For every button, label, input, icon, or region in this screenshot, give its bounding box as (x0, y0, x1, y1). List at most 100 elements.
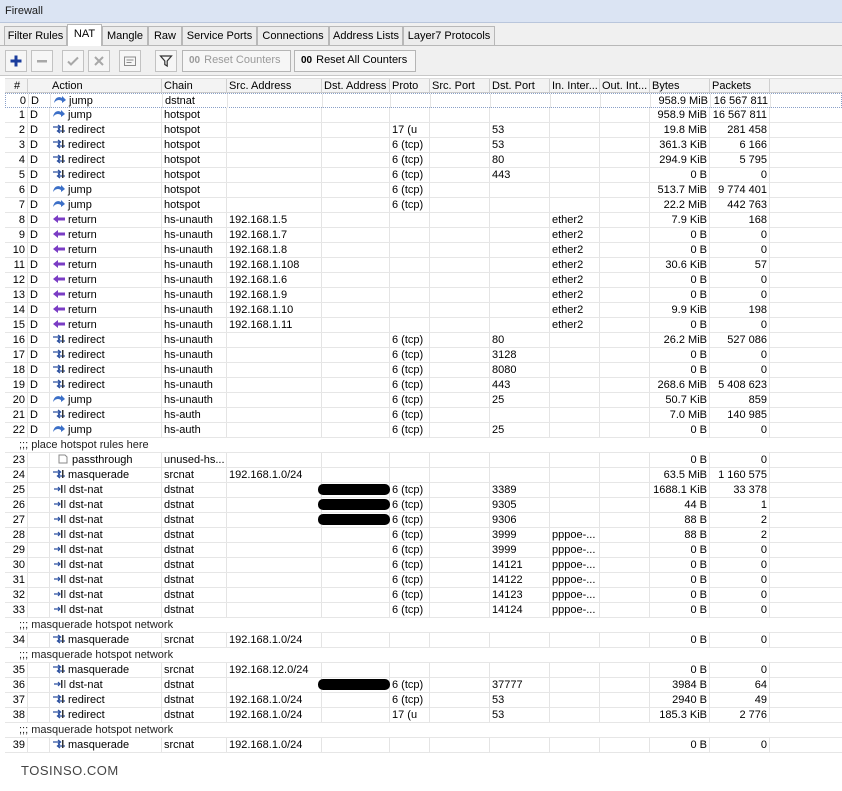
table-row[interactable]: 9 Dreturn hs-unauth 192.168.1.7 ether2 0 B0 (5, 228, 842, 243)
table-row[interactable]: 24 masquerade srcnat 192.168.1.0/24 63.5 MiB… (5, 468, 842, 483)
rule-dst-port: 8080 (490, 363, 550, 377)
tab-raw[interactable]: Raw (148, 26, 182, 45)
column-header-in-interface[interactable]: In. Inter... (550, 79, 600, 93)
table-row[interactable]: 19 Dredirect hs-unauth 6 (tcp) 443 268.6 MiB 5… (5, 378, 842, 393)
comment-row[interactable]: ;;; masquerade hotspot network (5, 618, 842, 633)
rule-protocol: 6 (tcp) (390, 393, 430, 407)
column-header-src-address[interactable]: Src. Address (227, 79, 322, 93)
table-row[interactable]: 34 masquerade srcnat 192.168.1.0/24 0 B0 (5, 633, 842, 648)
column-header-chain[interactable]: Chain (162, 79, 227, 93)
redacted-dst-address (318, 499, 390, 510)
rule-action-label: redirect (68, 169, 105, 181)
column-header-proto[interactable]: Proto (390, 79, 430, 93)
table-row[interactable]: 25 dst-nat dstnat 6 (tcp) 3389 1688.1 KiB 33 3… (5, 483, 842, 498)
table-row[interactable]: 37 redirect dstnat 192.168.1.0/24 6 (tcp) 53 2… (5, 693, 842, 708)
column-header-dst-port[interactable]: Dst. Port (490, 79, 550, 93)
rule-action-label: redirect (68, 139, 105, 151)
rule-action-label: dst-nat (69, 589, 103, 601)
column-header-out-interface[interactable]: Out. Int... (600, 79, 650, 93)
table-row[interactable]: 33 dst-nat dstnat 6 (tcp) 14124 pppoe-... 0 B0 (5, 603, 842, 618)
table-row[interactable]: 4 Dredirect hotspot 6 (tcp) 80 294.9 KiB 5 795 (5, 153, 842, 168)
rule-src-port (430, 588, 490, 602)
table-row[interactable]: 30 dst-nat dstnat 6 (tcp) 14121 pppoe-... 0 B0 (5, 558, 842, 573)
table-row[interactable]: 20 Djump hs-unauth 6 (tcp) 25 50.7 KiB 859 (5, 393, 842, 408)
table-row[interactable]: 29 dst-nat dstnat 6 (tcp) 3999 pppoe-... 0 B0 (5, 543, 842, 558)
tab-address-lists[interactable]: Address Lists (329, 26, 403, 45)
table-row[interactable]: 28 dst-nat dstnat 6 (tcp) 3999 pppoe-... 88 B2 (5, 528, 842, 543)
comment-row[interactable]: ;;; masquerade hotspot network (5, 648, 842, 663)
rule-action-label: return (68, 304, 97, 316)
table-row[interactable]: 2 Dredirect hotspot 17 (u 53 19.8 MiB 281 458 (5, 123, 842, 138)
tab-filter-rules[interactable]: Filter Rules (4, 26, 67, 45)
reset-all-counters-button[interactable]: 00 Reset All Counters (294, 50, 416, 72)
tab-nat[interactable]: NAT (67, 24, 102, 46)
tab-layer7-protocols[interactable]: Layer7 Protocols (403, 26, 495, 45)
rule-in-interface (550, 633, 600, 647)
column-header-dst-address[interactable]: Dst. Address (322, 79, 390, 93)
table-row[interactable]: 6 Djump hotspot 6 (tcp) 513.7 MiB 9 774 401 (5, 183, 842, 198)
column-header-src-port[interactable]: Src. Port (430, 79, 490, 93)
table-row[interactable]: 36 dst-nat dstnat 6 (tcp) 37777 3984 B 64 (5, 678, 842, 693)
rule-src-address (227, 678, 322, 692)
table-row[interactable]: 11 Dreturn hs-unauth 192.168.1.108 ether2 30.… (5, 258, 842, 273)
table-row[interactable]: 15 Dreturn hs-unauth 192.168.1.11 ether2 0 B0 (5, 318, 842, 333)
rule-bytes: 513.7 MiB (650, 183, 710, 197)
table-row[interactable]: 0 Djump dstnat 958.9 MiB 16 567 811 (5, 93, 842, 108)
enable-button[interactable] (62, 50, 84, 72)
rule-flag (28, 483, 50, 497)
add-button[interactable] (5, 50, 27, 72)
rule-action-label: redirect (68, 379, 105, 391)
table-row[interactable]: 13 Dreturn hs-unauth 192.168.1.9 ether2 0 B0 (5, 288, 842, 303)
rule-out-interface (600, 528, 650, 542)
rule-in-interface: pppoe-... (550, 528, 600, 542)
table-row[interactable]: 32 dst-nat dstnat 6 (tcp) 14123 pppoe-... 0 B0 (5, 588, 842, 603)
table-row[interactable]: 12 Dreturn hs-unauth 192.168.1.6 ether2 0 B0 (5, 273, 842, 288)
tab-mangle[interactable]: Mangle (102, 26, 148, 45)
table-row[interactable]: 7 Djump hotspot 6 (tcp) 22.2 MiB 442 763 (5, 198, 842, 213)
rule-bytes: 7.0 MiB (650, 408, 710, 422)
table-row[interactable]: 21 Dredirect hs-auth 6 (tcp) 7.0 MiB 140 985 (5, 408, 842, 423)
rule-number: 36 (5, 678, 28, 692)
tab-connections[interactable]: Connections (257, 26, 329, 45)
table-row[interactable]: 8 Dreturn hs-unauth 192.168.1.5 ether2 7.9 Ki… (5, 213, 842, 228)
column-header-packets[interactable]: Packets (710, 79, 770, 93)
rule-action: jump (50, 393, 162, 407)
reset-all-counters-label: Reset All Counters (316, 54, 408, 66)
table-row[interactable]: 38 redirect dstnat 192.168.1.0/24 17 (u 53 185… (5, 708, 842, 723)
rule-in-interface: pppoe-... (550, 543, 600, 557)
rule-protocol: 17 (u (390, 123, 430, 137)
table-row[interactable]: 22 Djump hs-auth 6 (tcp) 25 0 B0 (5, 423, 842, 438)
filter-button[interactable] (155, 50, 177, 72)
table-row[interactable]: 26 dst-nat dstnat 6 (tcp) 9305 44 B1 (5, 498, 842, 513)
table-row[interactable]: 10 Dreturn hs-unauth 192.168.1.8 ether2 0 B0 (5, 243, 842, 258)
table-row[interactable]: 23 passthrough unused-hs... 0 B0 (5, 453, 842, 468)
tab-service-ports[interactable]: Service Ports (182, 26, 257, 45)
table-row[interactable]: 35 masquerade srcnat 192.168.12.0/24 0 B0 (5, 663, 842, 678)
rule-protocol: 6 (tcp) (390, 513, 430, 527)
column-header-bytes[interactable]: Bytes (650, 79, 710, 93)
remove-button[interactable] (31, 50, 53, 72)
rule-protocol (390, 453, 430, 467)
rule-flag: D (28, 138, 50, 152)
comment-button[interactable] (119, 50, 141, 72)
table-row[interactable]: 18 Dredirect hs-unauth 6 (tcp) 8080 0 B0 (5, 363, 842, 378)
column-header-action[interactable]: Action (50, 79, 162, 93)
rule-packets: 0 (710, 423, 770, 437)
table-row[interactable]: 1 Djump hotspot 958.9 MiB 16 567 811 (5, 108, 842, 123)
table-row[interactable]: 14 Dreturn hs-unauth 192.168.1.10 ether2 9.9 … (5, 303, 842, 318)
table-row[interactable]: 31 dst-nat dstnat 6 (tcp) 14122 pppoe-... 0 B0 (5, 573, 842, 588)
rule-flag: D (28, 408, 50, 422)
rule-number: 39 (5, 738, 28, 752)
table-row[interactable]: 3 Dredirect hotspot 6 (tcp) 53 361.3 KiB 6 166 (5, 138, 842, 153)
column-header-number[interactable]: # (5, 79, 28, 93)
rule-bytes: 88 B (650, 528, 710, 542)
comment-row[interactable]: ;;; masquerade hotspot network (5, 723, 842, 738)
disable-button[interactable] (88, 50, 110, 72)
reset-counters-button[interactable]: 00 Reset Counters (182, 50, 291, 72)
table-row[interactable]: 39 masquerade srcnat 192.168.1.0/24 0 B0 (5, 738, 842, 753)
comment-row[interactable]: ;;; place hotspot rules here (5, 438, 842, 453)
table-row[interactable]: 17 Dredirect hs-unauth 6 (tcp) 3128 0 B0 (5, 348, 842, 363)
table-row[interactable]: 5 Dredirect hotspot 6 (tcp) 443 0 B0 (5, 168, 842, 183)
table-row[interactable]: 16 Dredirect hs-unauth 6 (tcp) 80 26.2 MiB 527… (5, 333, 842, 348)
table-row[interactable]: 27 dst-nat dstnat 6 (tcp) 9306 88 B2 (5, 513, 842, 528)
